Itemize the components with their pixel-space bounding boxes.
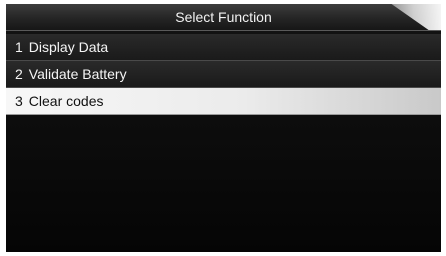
menu-item-number: 1 <box>15 39 23 55</box>
menu-item-validate-battery[interactable]: 2 Validate Battery <box>6 61 441 88</box>
device-screen: Select Function 1 Display Data 2 Validate … <box>6 4 441 252</box>
title-bar: Select Function <box>6 4 441 31</box>
menu-item-number: 3 <box>15 93 23 109</box>
function-menu: 1 Display Data 2 Validate Battery 3 Clear c… <box>6 34 441 115</box>
menu-item-label: Validate Battery <box>28 66 127 82</box>
page-title: Select Function <box>175 9 272 25</box>
menu-item-display-data[interactable]: 1 Display Data <box>6 34 441 61</box>
menu-item-label: Display Data <box>28 39 109 55</box>
menu-item-label: Clear codes <box>28 93 104 109</box>
menu-item-clear-codes[interactable]: 3 Clear codes <box>6 88 441 115</box>
menu-item-number: 2 <box>15 66 23 82</box>
